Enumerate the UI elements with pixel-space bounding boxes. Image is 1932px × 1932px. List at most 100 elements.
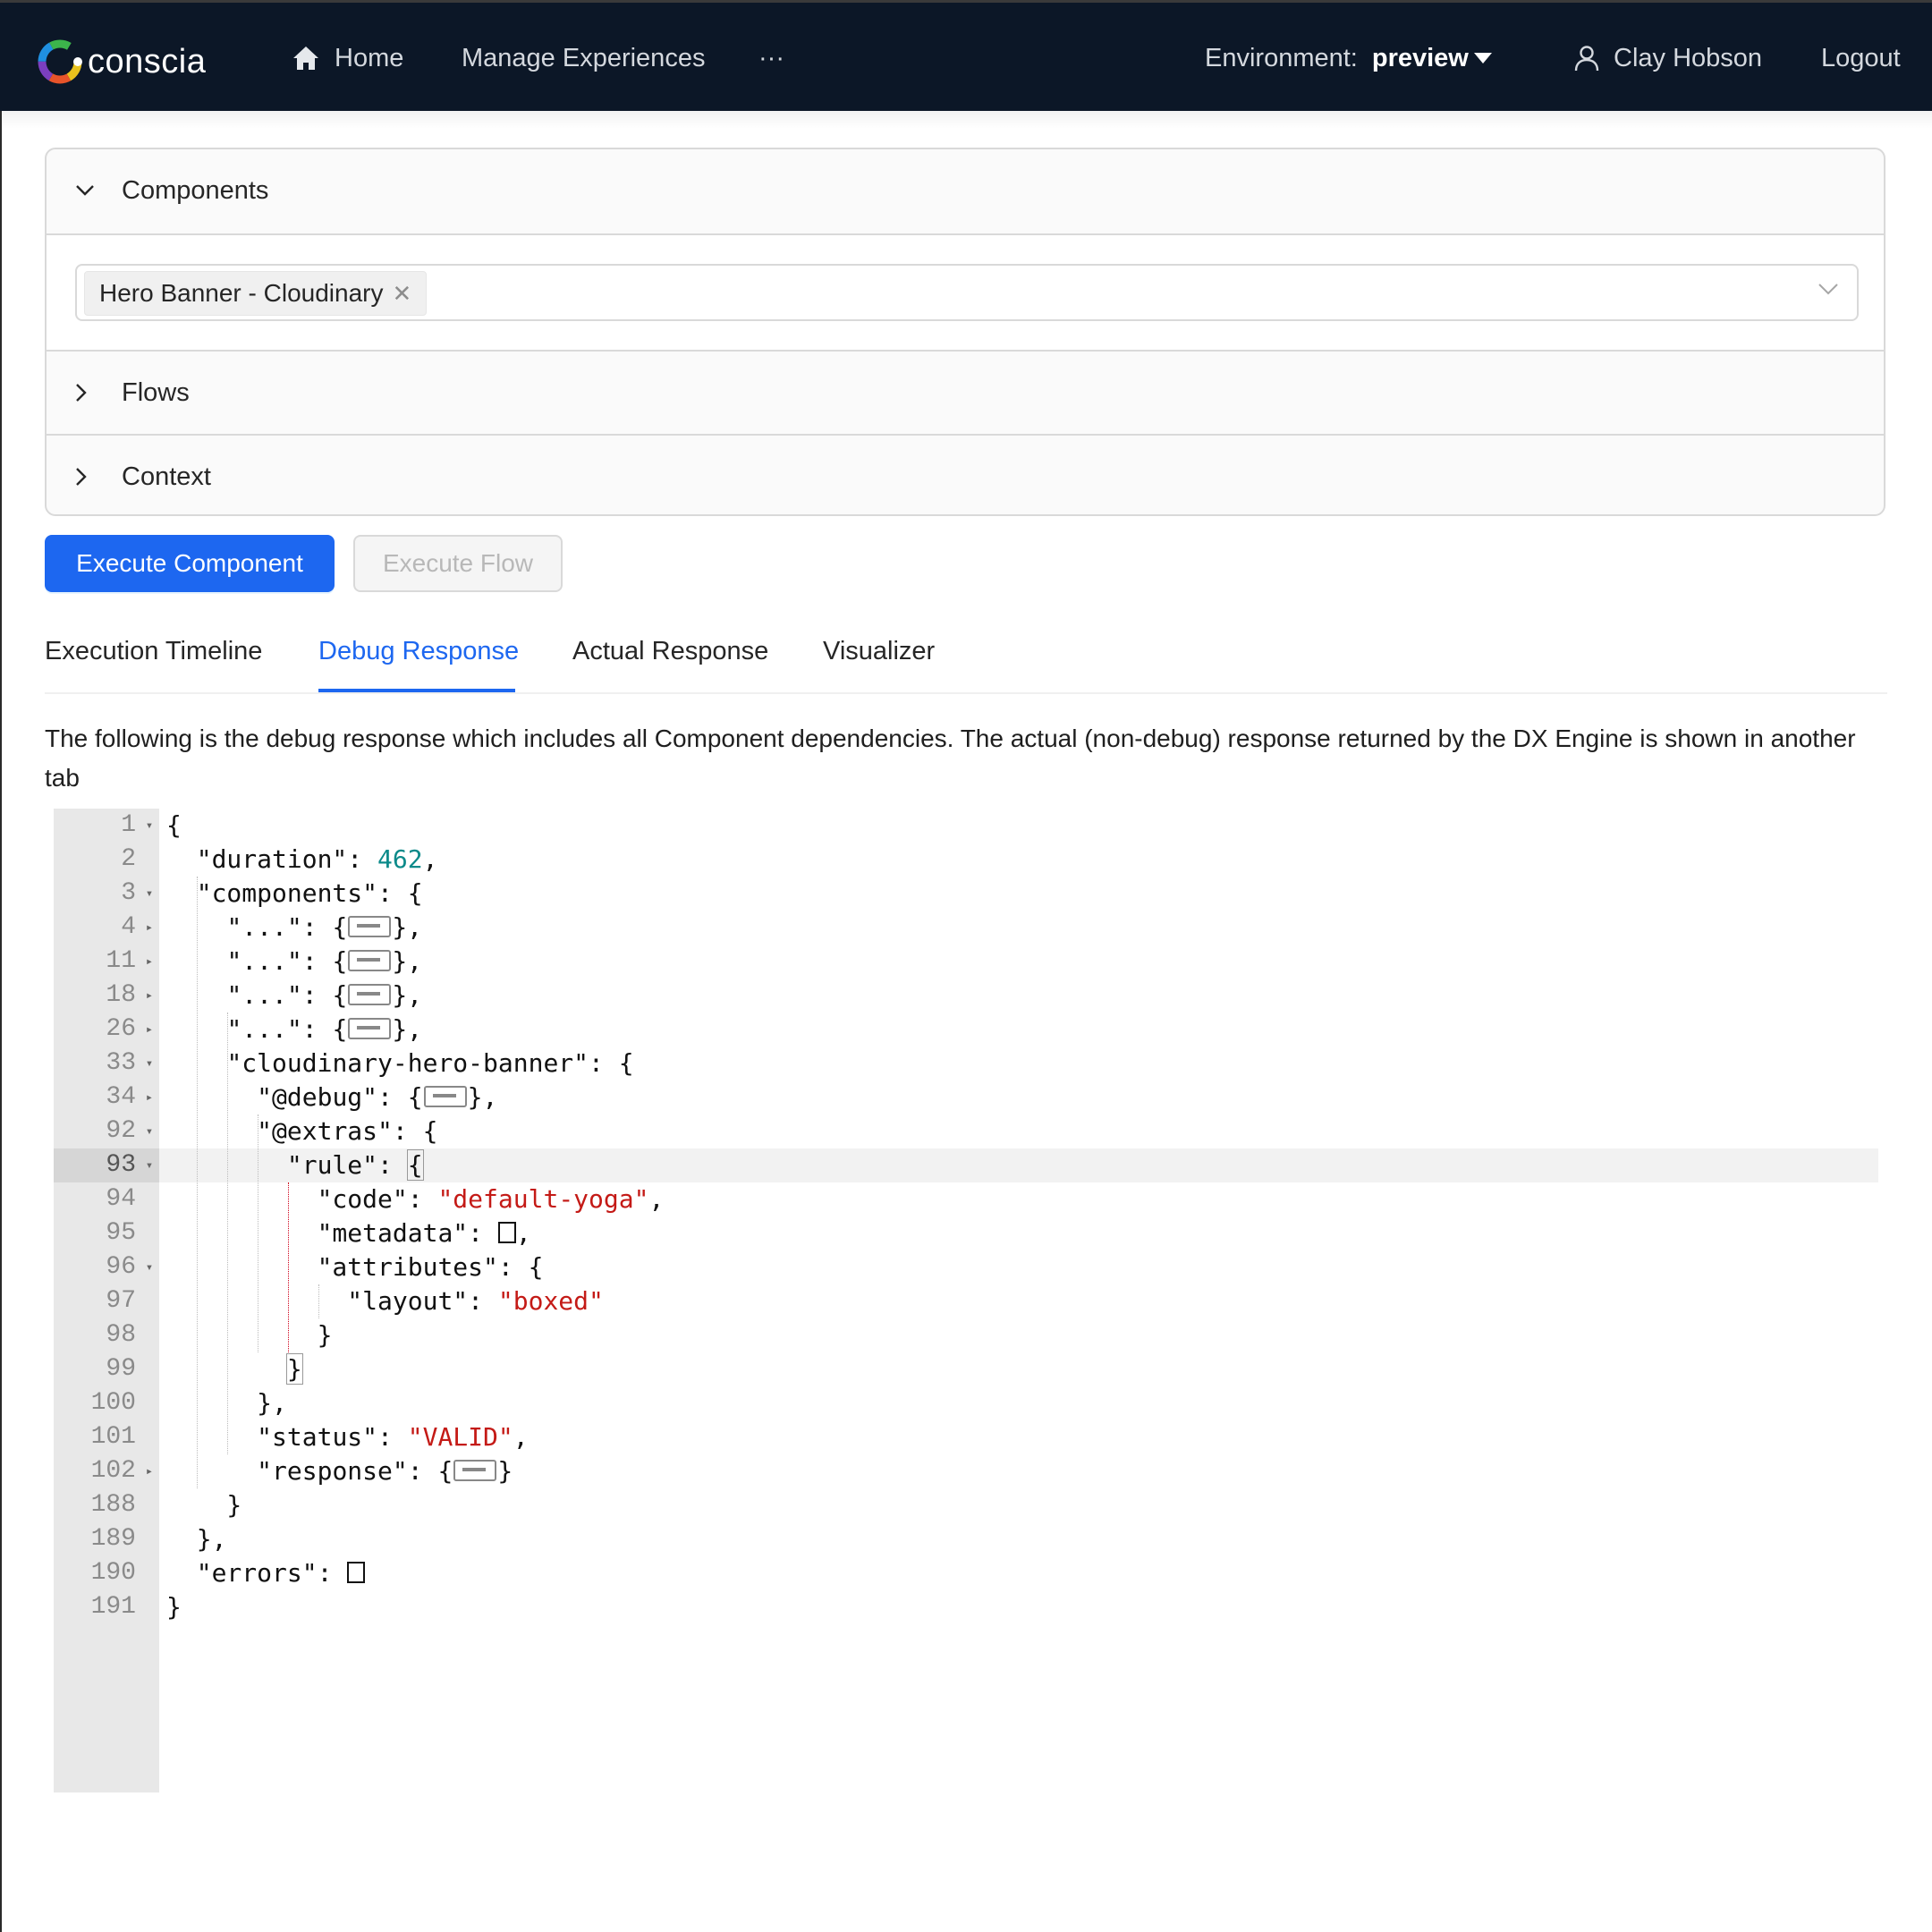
execute-component-button[interactable]: Execute Component bbox=[45, 535, 335, 592]
code-line[interactable]: 92 ▾ "@extras": { bbox=[54, 1114, 1878, 1148]
code-line[interactable]: 18 ▸ "...": {}, bbox=[54, 979, 1878, 1013]
panel-title-flows: Flows bbox=[122, 377, 190, 407]
code-line[interactable]: 100 }, bbox=[54, 1386, 1878, 1420]
code-line[interactable]: 190 "errors": bbox=[54, 1556, 1878, 1590]
line-number: 94 bbox=[106, 1185, 136, 1213]
code-text: "cloudinary-hero-banner": { bbox=[226, 1048, 634, 1078]
panel-header-flows[interactable]: Flows bbox=[47, 352, 1884, 434]
line-number: 102 bbox=[90, 1457, 136, 1485]
nav-manage-experiences[interactable]: Manage Experiences bbox=[462, 38, 705, 78]
chevron-down-icon[interactable] bbox=[1818, 282, 1839, 296]
code-text: "duration": 462, bbox=[196, 844, 438, 874]
fold-open-icon[interactable]: ▾ bbox=[143, 1046, 156, 1080]
panel-header-components[interactable]: Components bbox=[47, 149, 1884, 232]
environment-label: Environment: bbox=[1205, 43, 1358, 72]
folded-content-icon[interactable] bbox=[348, 916, 392, 937]
fold-closed-icon[interactable]: ▸ bbox=[143, 1080, 156, 1114]
code-line[interactable]: 26 ▸ "...": {}, bbox=[54, 1013, 1878, 1046]
line-number: 34 bbox=[106, 1083, 136, 1111]
user-icon bbox=[1574, 46, 1599, 72]
code-line[interactable]: 95 "metadata": , bbox=[54, 1216, 1878, 1250]
folded-content-icon[interactable] bbox=[348, 1018, 392, 1039]
code-line[interactable]: 97 "layout": "boxed" bbox=[54, 1284, 1878, 1318]
code-text: } bbox=[166, 1592, 182, 1622]
user-name: Clay Hobson bbox=[1614, 43, 1763, 72]
code-line[interactable]: 11 ▸ "...": {}, bbox=[54, 945, 1878, 979]
environment-value: preview bbox=[1371, 43, 1469, 72]
fold-closed-icon[interactable]: ▸ bbox=[143, 945, 156, 979]
collapse-panels: Components Hero Banner - Cloudinary ✕ Fl… bbox=[45, 148, 1885, 516]
folded-content-icon[interactable] bbox=[348, 950, 392, 971]
line-number: 99 bbox=[106, 1355, 136, 1383]
code-line[interactable]: 2 "duration": 462, bbox=[54, 843, 1878, 877]
code-line[interactable]: 188 } bbox=[54, 1488, 1878, 1522]
code-text: } bbox=[166, 1320, 333, 1350]
code-text: "layout": "boxed" bbox=[347, 1286, 604, 1316]
line-number: 191 bbox=[90, 1593, 136, 1621]
code-line[interactable]: 3 ▾ "components": { bbox=[54, 877, 1878, 911]
code-text: }, bbox=[166, 1524, 227, 1554]
fold-open-icon[interactable]: ▾ bbox=[143, 877, 156, 911]
fold-open-icon[interactable]: ▾ bbox=[143, 1250, 156, 1284]
tab-actual-response[interactable]: Actual Response bbox=[572, 637, 768, 692]
code-line[interactable]: 96 ▾ "attributes": { bbox=[54, 1250, 1878, 1284]
environment-selector[interactable]: Environment: preview bbox=[1205, 38, 1492, 78]
folded-content-icon[interactable] bbox=[348, 984, 392, 1005]
fold-closed-icon[interactable]: ▸ bbox=[143, 1013, 156, 1046]
folded-content-icon[interactable] bbox=[453, 1460, 497, 1481]
code-line[interactable]: 1 ▾ { bbox=[54, 809, 1878, 843]
code-line[interactable]: 101 "status": "VALID", bbox=[54, 1420, 1878, 1454]
tab-visualizer[interactable]: Visualizer bbox=[823, 637, 935, 692]
remove-tag-icon[interactable]: ✕ bbox=[393, 280, 412, 308]
chevron-right-icon bbox=[75, 467, 122, 487]
code-text: "@debug": {}, bbox=[257, 1082, 498, 1112]
component-select[interactable]: Hero Banner - Cloudinary ✕ bbox=[75, 264, 1859, 321]
response-tabs: Execution Timeline Debug Response Actual… bbox=[45, 626, 1887, 694]
selected-component-label: Hero Banner - Cloudinary bbox=[99, 279, 384, 307]
fold-closed-icon[interactable]: ▸ bbox=[143, 979, 156, 1013]
code-line[interactable]: 4 ▸ "...": {}, bbox=[54, 911, 1878, 945]
panel-title-context: Context bbox=[122, 462, 211, 491]
code-text: "@extras": { bbox=[257, 1116, 438, 1146]
brand-logo[interactable]: conscia bbox=[36, 37, 206, 87]
nav-more-menu[interactable]: ··· bbox=[758, 38, 784, 78]
selected-component-tag: Hero Banner - Cloudinary ✕ bbox=[84, 271, 428, 316]
code-line[interactable]: 33 ▾ "cloudinary-hero-banner": { bbox=[54, 1046, 1878, 1080]
line-number: 95 bbox=[106, 1219, 136, 1247]
code-text: "code": "default-yoga", bbox=[317, 1184, 665, 1214]
fold-open-icon[interactable]: ▾ bbox=[143, 1114, 156, 1148]
code-text: } bbox=[166, 1490, 242, 1520]
chevron-down-icon bbox=[75, 184, 122, 197]
line-number: 26 bbox=[106, 1015, 136, 1043]
home-icon bbox=[293, 47, 318, 70]
code-line[interactable]: 34 ▸ "@debug": {}, bbox=[54, 1080, 1878, 1114]
code-line[interactable]: 102 ▸ "response": {} bbox=[54, 1454, 1878, 1488]
code-text: "...": {}, bbox=[226, 980, 423, 1010]
json-code-editor[interactable]: 1 ▾{2 "duration": 462, 3 ▾ "components": {4… bbox=[54, 809, 1878, 1792]
user-menu[interactable]: Clay Hobson bbox=[1574, 38, 1762, 78]
debug-response-description: The following is the debug response whic… bbox=[45, 724, 1856, 792]
code-line[interactable]: 98 } bbox=[54, 1318, 1878, 1352]
code-line[interactable]: 93 ▾ "rule": { bbox=[54, 1148, 1878, 1182]
line-number: 1 bbox=[121, 811, 136, 839]
tab-execution-timeline[interactable]: Execution Timeline bbox=[45, 637, 262, 692]
fold-open-icon[interactable]: ▾ bbox=[143, 809, 156, 843]
code-line[interactable]: 99 } bbox=[54, 1352, 1878, 1386]
tab-debug-response[interactable]: Debug Response bbox=[318, 637, 519, 692]
chevron-right-icon bbox=[75, 383, 122, 402]
line-number: 100 bbox=[90, 1389, 136, 1417]
code-line[interactable]: 189 }, bbox=[54, 1522, 1878, 1556]
code-text: "components": { bbox=[196, 878, 423, 908]
code-line[interactable]: 94 "code": "default-yoga", bbox=[54, 1182, 1878, 1216]
fold-closed-icon[interactable]: ▸ bbox=[143, 1454, 156, 1488]
folded-content-icon[interactable] bbox=[423, 1086, 467, 1107]
logout-link[interactable]: Logout bbox=[1821, 38, 1901, 78]
code-line[interactable]: 191} bbox=[54, 1590, 1878, 1624]
nav-home[interactable]: Home bbox=[292, 38, 403, 78]
fold-closed-icon[interactable]: ▸ bbox=[143, 911, 156, 945]
code-text: { bbox=[166, 810, 182, 840]
fold-open-icon[interactable]: ▾ bbox=[143, 1148, 156, 1182]
panel-header-context[interactable]: Context bbox=[47, 436, 1884, 514]
execute-flow-button[interactable]: Execute Flow bbox=[353, 535, 563, 592]
code-text: "rule": { bbox=[286, 1149, 424, 1181]
